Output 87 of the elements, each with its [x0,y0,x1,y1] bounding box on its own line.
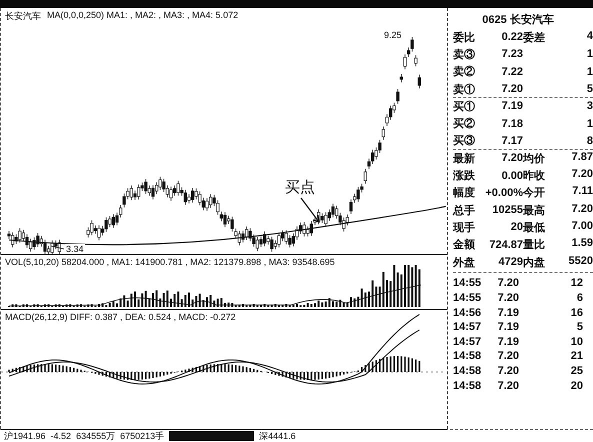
quote-value: 7.20 [500,83,523,96]
tick-time: 14:58 [453,350,482,362]
quote-title: 0625 长安汽车 [481,12,555,28]
quote-value: 7.19 [500,100,523,112]
quote-value: 4 [586,30,593,44]
quote-label: 最新 [453,152,476,166]
tick-price: 7.19 [496,306,519,319]
tick-volume: 20 [570,380,583,392]
quote-label: 昨收 [523,169,545,184]
index-quote: 634555万 [76,430,116,442]
tick-time: 14:55 [453,277,482,290]
tick-volume: 6 [576,292,583,304]
quote-value: 3 [586,100,593,112]
tick-volume: 25 [570,365,583,378]
tick-volume: 10 [570,336,583,348]
quote-label: 委比 [453,30,476,45]
quote-value: 7.20 [500,152,523,164]
quote-label: 现手 [453,220,476,235]
index-quote: 沪1941.96 [4,430,46,442]
quote-label: 均价 [523,152,545,166]
tick-price: 7.20 [496,365,519,378]
tick-price: 7.20 [496,380,519,392]
tick-time: 14:57 [453,336,482,348]
tick-time: 14:58 [453,365,482,378]
tick-price: 7.19 [496,336,519,348]
quote-label: 卖① [453,82,476,97]
quote-value: 1.59 [572,237,593,252]
quote-label: 买② [453,116,476,132]
quote-label: 卖③ [453,48,476,62]
quote-value: 10255 [491,204,523,216]
quote-label: 买① [453,100,476,114]
quote-label: 量比 [523,238,545,252]
tick-time: 14:57 [453,321,482,334]
tick-time: 14:56 [453,306,482,319]
tick-price: 7.20 [496,277,519,290]
quote-value: 7.20 [572,168,593,182]
quote-value: 7.87 [572,150,593,165]
tick-volume: 21 [570,350,583,362]
index-quote: 深4441.6 [259,430,296,442]
quote-value: 7.22 [500,66,523,78]
index-quote: -4.52 [50,431,72,441]
tick-price: 7.20 [496,350,519,362]
tick-price: 7.19 [496,321,519,334]
quote-value: 7.23 [500,48,523,60]
quote-label: 内盘 [523,256,545,270]
quote-label: 委差 [523,30,545,45]
quote-value: 7.00 [572,220,593,234]
quote-label: 最低 [523,220,545,235]
tick-time: 14:58 [453,380,482,392]
volume-legend: VOL(5,10,20) 58204.000 , MA1: 141900.781 , MA2: 121379.898 , MA3: 93548.695 [5,257,335,267]
quote-value: 7.11 [572,185,593,200]
quote-value: 0.00 [500,170,523,182]
low-price-label: 3.34 [65,244,85,254]
quote-value: 4729 [498,256,523,268]
tick-volume: 16 [570,306,583,319]
quote-label: 幅度 [453,186,476,200]
quote-value: 7.20 [572,202,593,217]
quote-value: 7.18 [500,118,523,130]
macd-legend: MACD(26,12,9) DIFF: 0.387 , DEA: 0.524 , MACD: -0.272 [5,312,236,322]
quote-value: 5520 [568,254,593,268]
quote-value: 5 [586,83,593,96]
quote-value: 1 [586,118,593,130]
tick-price: 7.20 [496,292,519,304]
quote-label: 涨跌 [453,168,476,184]
stock-name: 长安汽车 [5,10,41,23]
quote-value: 1 [586,48,593,60]
tick-volume: 12 [570,277,583,290]
quote-value: 20 [510,221,523,234]
tick-volume: 5 [576,321,583,334]
quote-value: 1 [586,66,593,78]
quote-value: +0.00% [484,186,523,199]
tick-time: 14:55 [453,292,482,304]
quote-label: 总手 [453,204,476,218]
index-quote: 6750213手 [120,430,164,442]
quote-value: 0.22 [500,31,523,44]
quote-value: 8 [586,134,593,147]
quote-value: 724.87 [488,238,523,251]
buy-point-annotation: 买点 [285,178,315,197]
quote-label: 金额 [453,238,476,252]
indicator-legend: MA(0,0,0,250) MA1: , MA2: , MA3: , MA4: 5.072 [47,10,238,23]
high-price-label: 9.25 [384,30,402,40]
quote-label: 外盘 [453,256,476,270]
quote-label: 今开 [523,186,545,200]
quote-label: 最高 [523,204,545,218]
quote-label: 买③ [453,134,476,148]
quote-value: 7.17 [500,134,523,147]
quote-label: 卖② [453,64,476,80]
